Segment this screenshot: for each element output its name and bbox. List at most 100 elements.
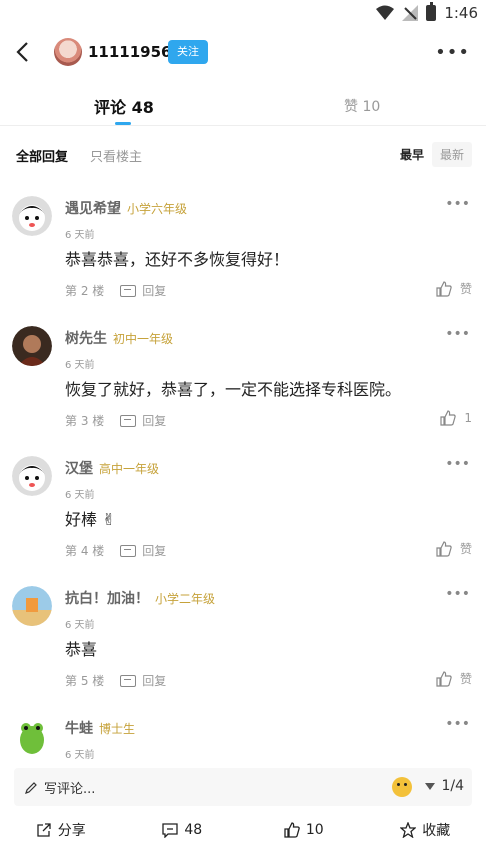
more-options-icon[interactable]: ••• bbox=[445, 326, 470, 342]
dropdown-arrow-icon bbox=[425, 782, 436, 790]
like-button[interactable]: 10 bbox=[243, 812, 365, 848]
signal-icon bbox=[402, 5, 419, 21]
comment-text: 恭喜 bbox=[65, 640, 98, 659]
more-options-icon[interactable]: ••• bbox=[445, 716, 470, 732]
page-indicator: 1/4 bbox=[441, 778, 464, 794]
tab-indicator bbox=[115, 122, 131, 125]
avatar[interactable] bbox=[12, 326, 52, 366]
more-options-icon[interactable]: ••• bbox=[435, 42, 470, 63]
pencil-icon bbox=[25, 781, 37, 794]
thumbs-up-icon bbox=[440, 410, 457, 426]
comments-count: 48 bbox=[184, 822, 203, 838]
like-count: 赞 bbox=[459, 672, 472, 686]
share-label: 分享 bbox=[57, 823, 86, 839]
like-button[interactable]: 赞 bbox=[436, 280, 472, 297]
filter-all-replies[interactable]: 全部回复 bbox=[16, 146, 68, 165]
comment-text: 恭喜恭喜，还好不多恢复得好！ bbox=[65, 250, 290, 269]
reply-button[interactable]: 回复 bbox=[120, 542, 166, 559]
status-time: 1:46 bbox=[444, 4, 478, 22]
like-count: 赞 bbox=[459, 282, 472, 296]
comment-composer[interactable]: 写评论... 1/4 bbox=[14, 768, 472, 806]
avatar[interactable] bbox=[12, 196, 52, 236]
comment-time: 6 天前 bbox=[65, 230, 95, 241]
status-bar: 1:46 bbox=[0, 0, 486, 30]
thumbs-up-icon bbox=[436, 670, 452, 687]
filter-owner-only[interactable]: 只看楼主 bbox=[90, 146, 142, 165]
top-bar: 11111956 关注 ••• bbox=[0, 30, 486, 76]
bottom-action-bar: 分享 48 10 收藏 bbox=[0, 812, 486, 848]
avatar[interactable] bbox=[12, 456, 52, 496]
comment-author[interactable]: 树先生 bbox=[65, 331, 107, 347]
battery-icon bbox=[426, 2, 437, 21]
like-button[interactable]: 1 bbox=[440, 410, 472, 426]
comment-author[interactable]: 汉堡 bbox=[65, 461, 93, 477]
share-button[interactable]: 分享 bbox=[0, 812, 122, 848]
floor-number: 第 5 楼 bbox=[65, 674, 105, 688]
tab-comments[interactable]: 评论 48 bbox=[94, 94, 154, 118]
comment-item: 牛蛙 博士生 ••• 6 天前 bbox=[0, 710, 486, 766]
comment-text: 好棒 ✌ bbox=[65, 510, 116, 529]
like-button[interactable]: 赞 bbox=[436, 670, 472, 687]
reply-icon bbox=[120, 674, 137, 687]
grade-label: 初中一年级 bbox=[113, 332, 174, 346]
username[interactable]: 11111956 bbox=[88, 43, 172, 61]
page-selector[interactable]: 1/4 bbox=[425, 778, 464, 794]
reply-button[interactable]: 回复 bbox=[120, 412, 166, 429]
more-options-icon[interactable]: ••• bbox=[445, 586, 470, 602]
share-icon bbox=[37, 823, 51, 837]
thumbs-up-icon bbox=[284, 822, 300, 838]
grade-label: 小学六年级 bbox=[127, 202, 188, 216]
comment-author[interactable]: 牛蛙 bbox=[65, 721, 93, 737]
floor-number: 第 4 楼 bbox=[65, 544, 105, 558]
filter-bar: 全部回复 只看楼主 最早 最新 bbox=[0, 128, 486, 180]
avatar[interactable] bbox=[12, 586, 52, 626]
sort-latest[interactable]: 最新 bbox=[431, 142, 472, 167]
grade-label: 高中一年级 bbox=[99, 462, 160, 476]
reply-button[interactable]: 回复 bbox=[120, 672, 166, 689]
follow-button[interactable]: 关注 bbox=[168, 40, 208, 64]
reply-label: 回复 bbox=[142, 284, 167, 298]
reply-button[interactable]: 回复 bbox=[120, 282, 166, 299]
more-options-icon[interactable]: ••• bbox=[445, 196, 470, 212]
comment-icon bbox=[162, 823, 178, 838]
comment-text: 恢复了就好，恭喜了，一定不能选择专科医院。 bbox=[65, 380, 402, 399]
floor-number: 第 3 楼 bbox=[65, 414, 105, 428]
comment-time: 6 天前 bbox=[65, 620, 95, 631]
comment-time: 6 天前 bbox=[65, 750, 95, 761]
comment-author[interactable]: 遇见希望 bbox=[65, 201, 121, 217]
tab-bar: 评论 48 赞 10 bbox=[0, 82, 486, 126]
likes-count: 10 bbox=[305, 822, 324, 838]
favorite-button[interactable]: 收藏 bbox=[365, 812, 486, 848]
grade-label: 小学二年级 bbox=[155, 592, 216, 606]
comment-time: 6 天前 bbox=[65, 490, 95, 501]
comment-item: 遇见希望 小学六年级 ••• 6 天前 恭喜恭喜，还好不多恢复得好！ 第 2 楼 … bbox=[0, 190, 486, 320]
avatar[interactable] bbox=[12, 716, 52, 756]
tab-likes[interactable]: 赞 10 bbox=[344, 96, 380, 116]
favorite-label: 收藏 bbox=[422, 823, 451, 839]
grade-label: 博士生 bbox=[99, 722, 136, 736]
like-count: 赞 bbox=[459, 542, 472, 556]
reply-label: 回复 bbox=[142, 544, 167, 558]
comment-item: 树先生 初中一年级 ••• 6 天前 恢复了就好，恭喜了，一定不能选择专科医院。 … bbox=[0, 320, 486, 450]
compose-placeholder[interactable]: 写评论... bbox=[44, 778, 95, 797]
reply-label: 回复 bbox=[142, 674, 167, 688]
back-arrow-icon[interactable] bbox=[14, 40, 34, 64]
wifi-icon bbox=[376, 5, 395, 20]
floor-number: 第 2 楼 bbox=[65, 284, 105, 298]
avatar[interactable] bbox=[54, 38, 82, 66]
like-button[interactable]: 赞 bbox=[436, 540, 472, 557]
reply-icon bbox=[120, 544, 137, 557]
thumbs-up-icon bbox=[436, 280, 452, 297]
more-options-icon[interactable]: ••• bbox=[445, 456, 470, 472]
emoji-icon[interactable] bbox=[392, 777, 412, 797]
sort-earliest[interactable]: 最早 bbox=[392, 142, 432, 167]
comments-button[interactable]: 48 bbox=[122, 812, 244, 848]
thumbs-up-icon bbox=[436, 540, 452, 557]
reply-label: 回复 bbox=[142, 414, 167, 428]
star-icon bbox=[400, 822, 417, 838]
comment-time: 6 天前 bbox=[65, 360, 95, 371]
comment-item: 汉堡 高中一年级 ••• 6 天前 好棒 ✌ 第 4 楼 回复 赞 bbox=[0, 450, 486, 580]
reply-icon bbox=[120, 284, 137, 297]
comment-author[interactable]: 抗白！加油！ bbox=[65, 591, 149, 607]
comment-item: 抗白！加油！ 小学二年级 ••• 6 天前 恭喜 第 5 楼 回复 赞 bbox=[0, 580, 486, 710]
